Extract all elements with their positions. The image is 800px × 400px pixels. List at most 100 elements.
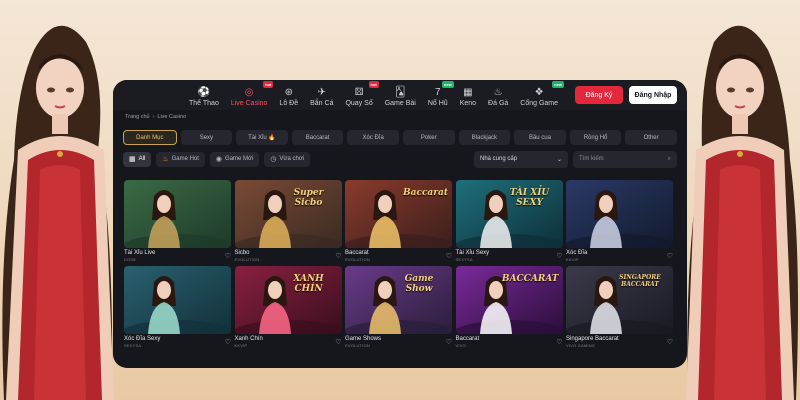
game-card[interactable]: XANH CHÍN Xanh Chín KKVIP ♡ (234, 266, 342, 348)
game-title: Xanh Chín (234, 336, 263, 342)
nav-badge-hot: hot (368, 81, 379, 88)
heart-icon[interactable]: ♡ (446, 252, 452, 260)
nav-item-label: Cổng Game (520, 100, 559, 107)
breadcrumb-home[interactable]: Trang chủ (125, 114, 150, 120)
category-tab-5[interactable]: Poker (402, 130, 455, 145)
filter-all-label: All (138, 156, 146, 162)
game-portal-icon: ❖ (534, 87, 544, 98)
game-card[interactable]: Tài Xỉu Live DOS8 ♡ (124, 180, 231, 262)
filter-new-button[interactable]: ◉ Game Mới (209, 151, 260, 167)
heart-icon[interactable]: ♡ (225, 252, 231, 260)
category-tab-4[interactable]: Xóc Đĩa (347, 130, 399, 145)
game-thumbnail[interactable]: SINGAPORE BACCARAT (566, 266, 673, 334)
game-provider: EVOLUTION (234, 257, 260, 262)
lottery-icon: ⊛ (284, 87, 293, 98)
game-provider: VIVO GAMING (566, 343, 596, 348)
heart-icon[interactable]: ♡ (667, 338, 673, 346)
heart-icon[interactable]: ♡ (667, 252, 673, 260)
filter-hot-button[interactable]: ♨ Game Hot (156, 151, 205, 167)
nav-item-6[interactable]: 7 Nổ Hũ new (422, 80, 454, 110)
login-button[interactable]: Đăng Nhập (629, 86, 677, 104)
nav-item-9[interactable]: ❖ Cổng Game new (514, 80, 565, 110)
game-thumbnail[interactable] (566, 180, 673, 248)
category-tab-3[interactable]: Baccarat (291, 130, 344, 145)
nav-badge-new: new (552, 81, 565, 88)
nav-item-0[interactable]: ⚽ Thể Thao (183, 80, 225, 110)
category-tabs: Danh Mục Sexy Tài Xỉu 🔥 Baccarat Xóc Đĩa Poke… (113, 130, 687, 145)
game-banner-text: TÀI XỈU SEXY (509, 188, 550, 208)
game-banner-text: XANH CHÍN (293, 274, 324, 294)
heart-icon[interactable]: ♡ (335, 252, 341, 260)
nav-item-7[interactable]: ▦ Keno (454, 80, 482, 110)
game-thumbnail[interactable]: Game Show (345, 266, 452, 334)
nav-item-3[interactable]: ✈ Bắn Cá (304, 80, 339, 110)
game-card-info: Baccarat EVOLUTION ♡ (345, 250, 452, 262)
game-card[interactable]: Super Sicbo Sicbo EVOLUTION ♡ (234, 180, 342, 262)
category-tab-9[interactable]: Other (625, 130, 677, 145)
game-thumbnail[interactable]: Baccarat (345, 180, 452, 248)
filter-recent-button[interactable]: ◷ Vừa chơi (264, 151, 311, 167)
game-card[interactable]: SINGAPORE BACCARAT Singapore Baccarat VIVO… (566, 266, 673, 348)
category-tab-0[interactable]: Danh Mục (123, 130, 177, 145)
game-thumbnail[interactable]: XANH CHÍN (234, 266, 342, 334)
filter-recent-label: Vừa chơi (279, 156, 305, 162)
nav-item-5[interactable]: 🂡 Game Bài (379, 80, 422, 110)
game-card[interactable]: Baccarat Baccarat EVOLUTION ♡ (345, 180, 452, 262)
category-tab-7[interactable]: Bầu cua (514, 130, 566, 145)
category-tab-6[interactable]: Blackjack (458, 130, 511, 145)
category-tab-1[interactable]: Sexy (180, 130, 233, 145)
heart-icon[interactable]: ♡ (446, 338, 452, 346)
game-title: Xóc Đĩa (566, 250, 588, 256)
game-card[interactable]: Xóc Đĩa KKVIP ♡ (566, 180, 673, 262)
game-banner-text: Super Sicbo (293, 188, 324, 208)
game-card[interactable]: TÀI XỈU SEXY Tài Xỉu Sexy SEXYSA ♡ (455, 180, 563, 262)
provider-select-value: Nhà cung cấp (480, 156, 518, 162)
soccer-ball-icon: ⚽ (197, 87, 211, 98)
nav-item-label: Quay Số (345, 100, 373, 107)
game-banner-text: Baccarat (403, 188, 448, 198)
heart-icon[interactable]: ♡ (225, 338, 231, 346)
nav-item-label: Thể Thao (189, 100, 219, 107)
game-thumbnail[interactable] (124, 266, 231, 334)
nav-item-1[interactable]: ◎ Live Casino hot (225, 80, 274, 110)
game-provider: EVOLUTION (345, 343, 370, 348)
hostess-figure-right (678, 10, 800, 400)
game-provider: KKVIP (234, 343, 248, 348)
game-thumbnail[interactable]: TÀI XỈU SEXY (455, 180, 563, 248)
heart-icon[interactable]: ♡ (335, 338, 341, 346)
game-text: Xanh Chín KKVIP (235, 336, 263, 348)
game-text: Singapore Baccarat VIVO GAMING (566, 336, 619, 348)
filter-hot-label: Game Hot (171, 156, 199, 162)
game-card-info: Xanh Chín KKVIP ♡ (235, 336, 342, 348)
game-thumbnail[interactable]: BACCARAT (455, 266, 563, 334)
game-title: Baccarat (455, 336, 480, 342)
search-input[interactable]: Tìm kiếm ⌕ (573, 150, 677, 168)
game-title: Tài Xỉu Sexy (455, 250, 490, 256)
game-banner-text: BACCARAT (501, 274, 559, 284)
game-card[interactable]: BACCARAT Baccarat VIVO ♡ (455, 266, 563, 348)
nav-item-label: Nổ Hũ (427, 100, 448, 107)
game-title: Singapore Baccarat (566, 336, 619, 342)
heart-icon[interactable]: ♡ (556, 252, 562, 260)
game-provider: EVOLUTION (345, 257, 370, 262)
provider-select[interactable]: Nhà cung cấp ⌄ (474, 150, 568, 168)
nav-item-2[interactable]: ⊛ Lô Đề (273, 80, 304, 110)
nav-badge-hot: hot (263, 81, 274, 88)
game-card[interactable]: Xóc Đĩa Sexy SEXYSA ♡ (124, 266, 231, 348)
nav-menu: ⚽ Thể Thao ◎ Live Casino hot ⊛ Lô Đề ✈ Bắn Cá ⚄ Qu… (183, 80, 565, 110)
game-thumbnail[interactable] (124, 180, 231, 248)
nav-item-8[interactable]: ♨ Đá Gà (482, 80, 514, 110)
game-thumbnail[interactable]: Super Sicbo (234, 180, 342, 248)
nav-item-4[interactable]: ⚄ Quay Số hot (339, 80, 379, 110)
game-provider: VIVO (455, 343, 466, 348)
slot-seven-icon: 7 (434, 87, 441, 98)
game-title: Tài Xỉu Live (124, 250, 156, 256)
cards-icon: 🂡 (395, 87, 406, 98)
register-button[interactable]: Đăng Ký (575, 86, 623, 104)
game-provider: SEXYSA (124, 343, 142, 348)
heart-icon[interactable]: ♡ (556, 338, 562, 346)
game-card[interactable]: Game Show Game Shows EVOLUTION ♡ (345, 266, 452, 348)
category-tab-8[interactable]: Rồng Hổ (569, 130, 622, 145)
filter-all-button[interactable]: ▦ All (123, 151, 152, 167)
category-tab-2[interactable]: Tài Xỉu 🔥 (236, 130, 288, 145)
